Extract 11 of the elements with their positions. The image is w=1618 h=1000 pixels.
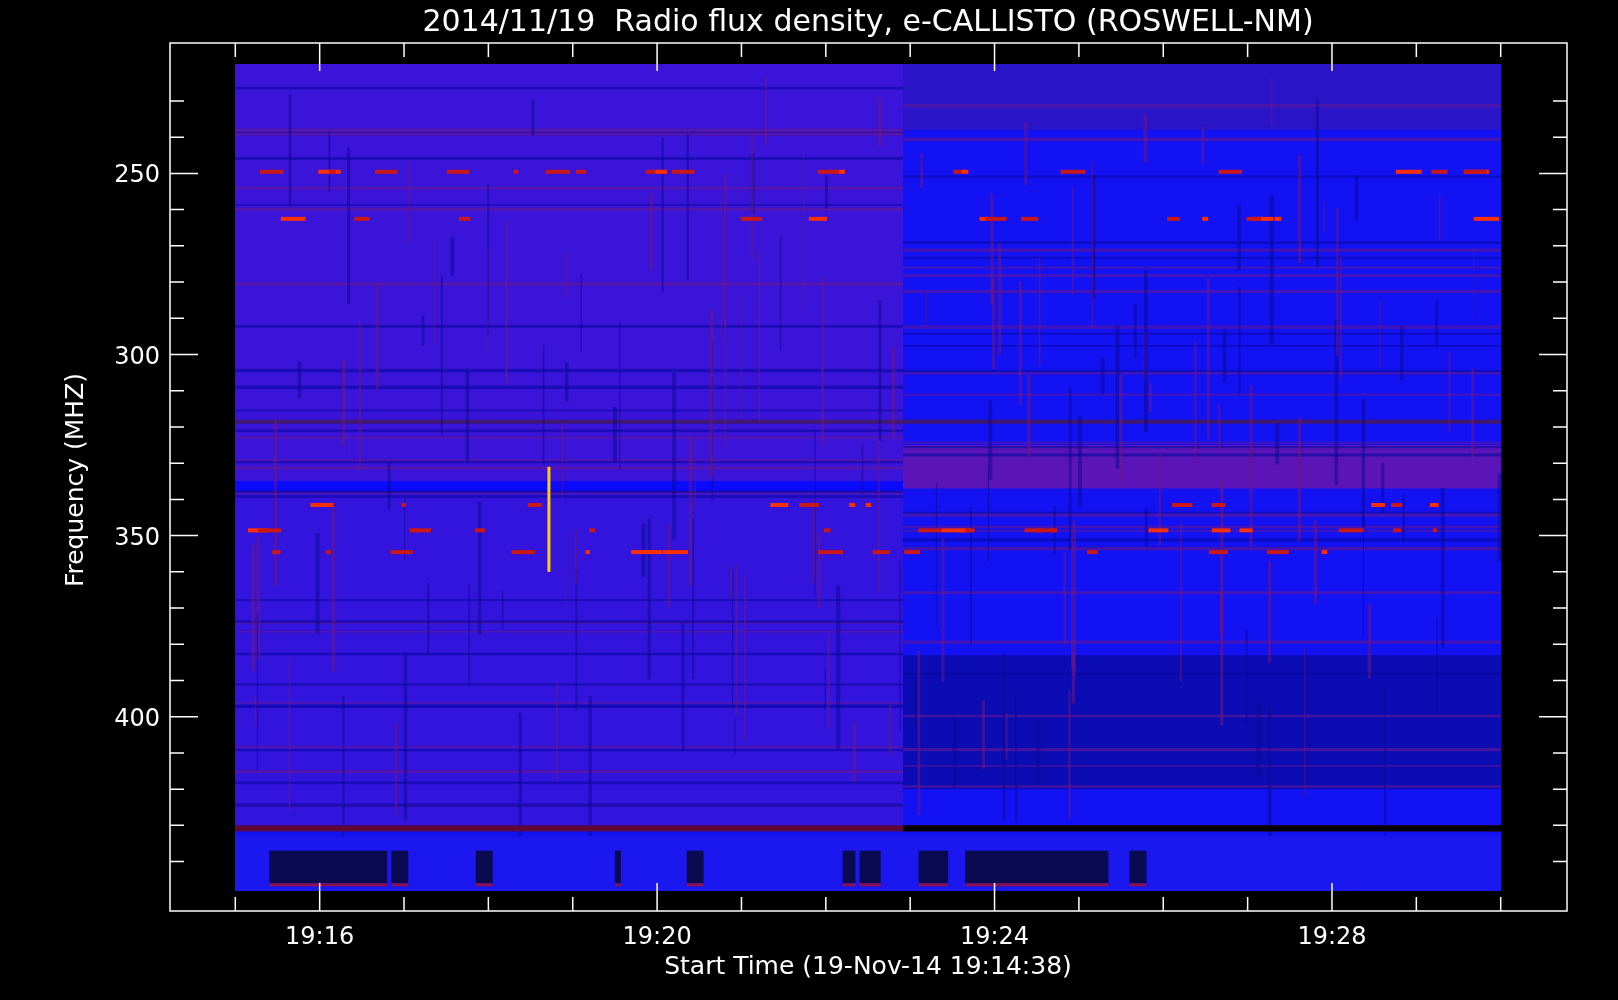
x-tick-label: 19:20 (622, 922, 692, 950)
y-tick-label: 350 (114, 522, 160, 551)
y-tick-label: 400 (114, 703, 160, 732)
x-tick-label: 19:24 (959, 922, 1030, 950)
x-tick-label: 19:16 (285, 922, 355, 950)
y-axis-label: Frequency (MHZ) (60, 372, 89, 588)
x-axis-label: Start Time (19-Nov-14 19:14:38) (664, 951, 1072, 980)
chart-title: 2014/11/19 Radio flux density, e-CALLISTO (ROSWELL-NM) (422, 3, 1314, 38)
y-tick-label: 250 (114, 160, 160, 189)
x-tick-label: 19:28 (1297, 922, 1367, 950)
y-tick-label: 300 (114, 341, 160, 370)
